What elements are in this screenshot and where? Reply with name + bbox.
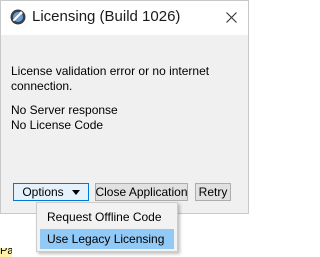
options-button[interactable]: Options: [13, 183, 89, 201]
close-window-button[interactable]: [217, 4, 245, 30]
background-partial-text: Pa: [0, 248, 12, 257]
close-icon: [225, 11, 237, 23]
menu-item-use-legacy-licensing[interactable]: Use Legacy Licensing: [40, 229, 174, 249]
chevron-down-icon: [71, 189, 80, 195]
license-code-status-text: No License Code: [11, 118, 104, 132]
dialog-body: License validation error or no internet …: [1, 35, 248, 213]
window-title: Licensing (Build 1026): [32, 8, 181, 25]
background-window-fragment: Pa: [0, 248, 12, 257]
options-dropdown-menu: Request Offline Code Use Legacy Licensin…: [36, 202, 178, 252]
retry-button[interactable]: Retry: [195, 183, 231, 201]
error-message-line-1: License validation error or no internet: [11, 64, 210, 78]
error-message-line-2: connection.: [11, 79, 73, 93]
close-application-button[interactable]: Close Application: [95, 183, 188, 201]
menu-item-request-offline-code[interactable]: Request Offline Code: [40, 207, 174, 227]
app-logo-icon: [10, 9, 26, 25]
server-status-text: No Server response: [11, 103, 118, 117]
title-bar[interactable]: Licensing (Build 1026): [1, 1, 248, 35]
options-button-label: Options: [22, 185, 64, 199]
licensing-dialog: Licensing (Build 1026) License validatio…: [0, 0, 249, 214]
